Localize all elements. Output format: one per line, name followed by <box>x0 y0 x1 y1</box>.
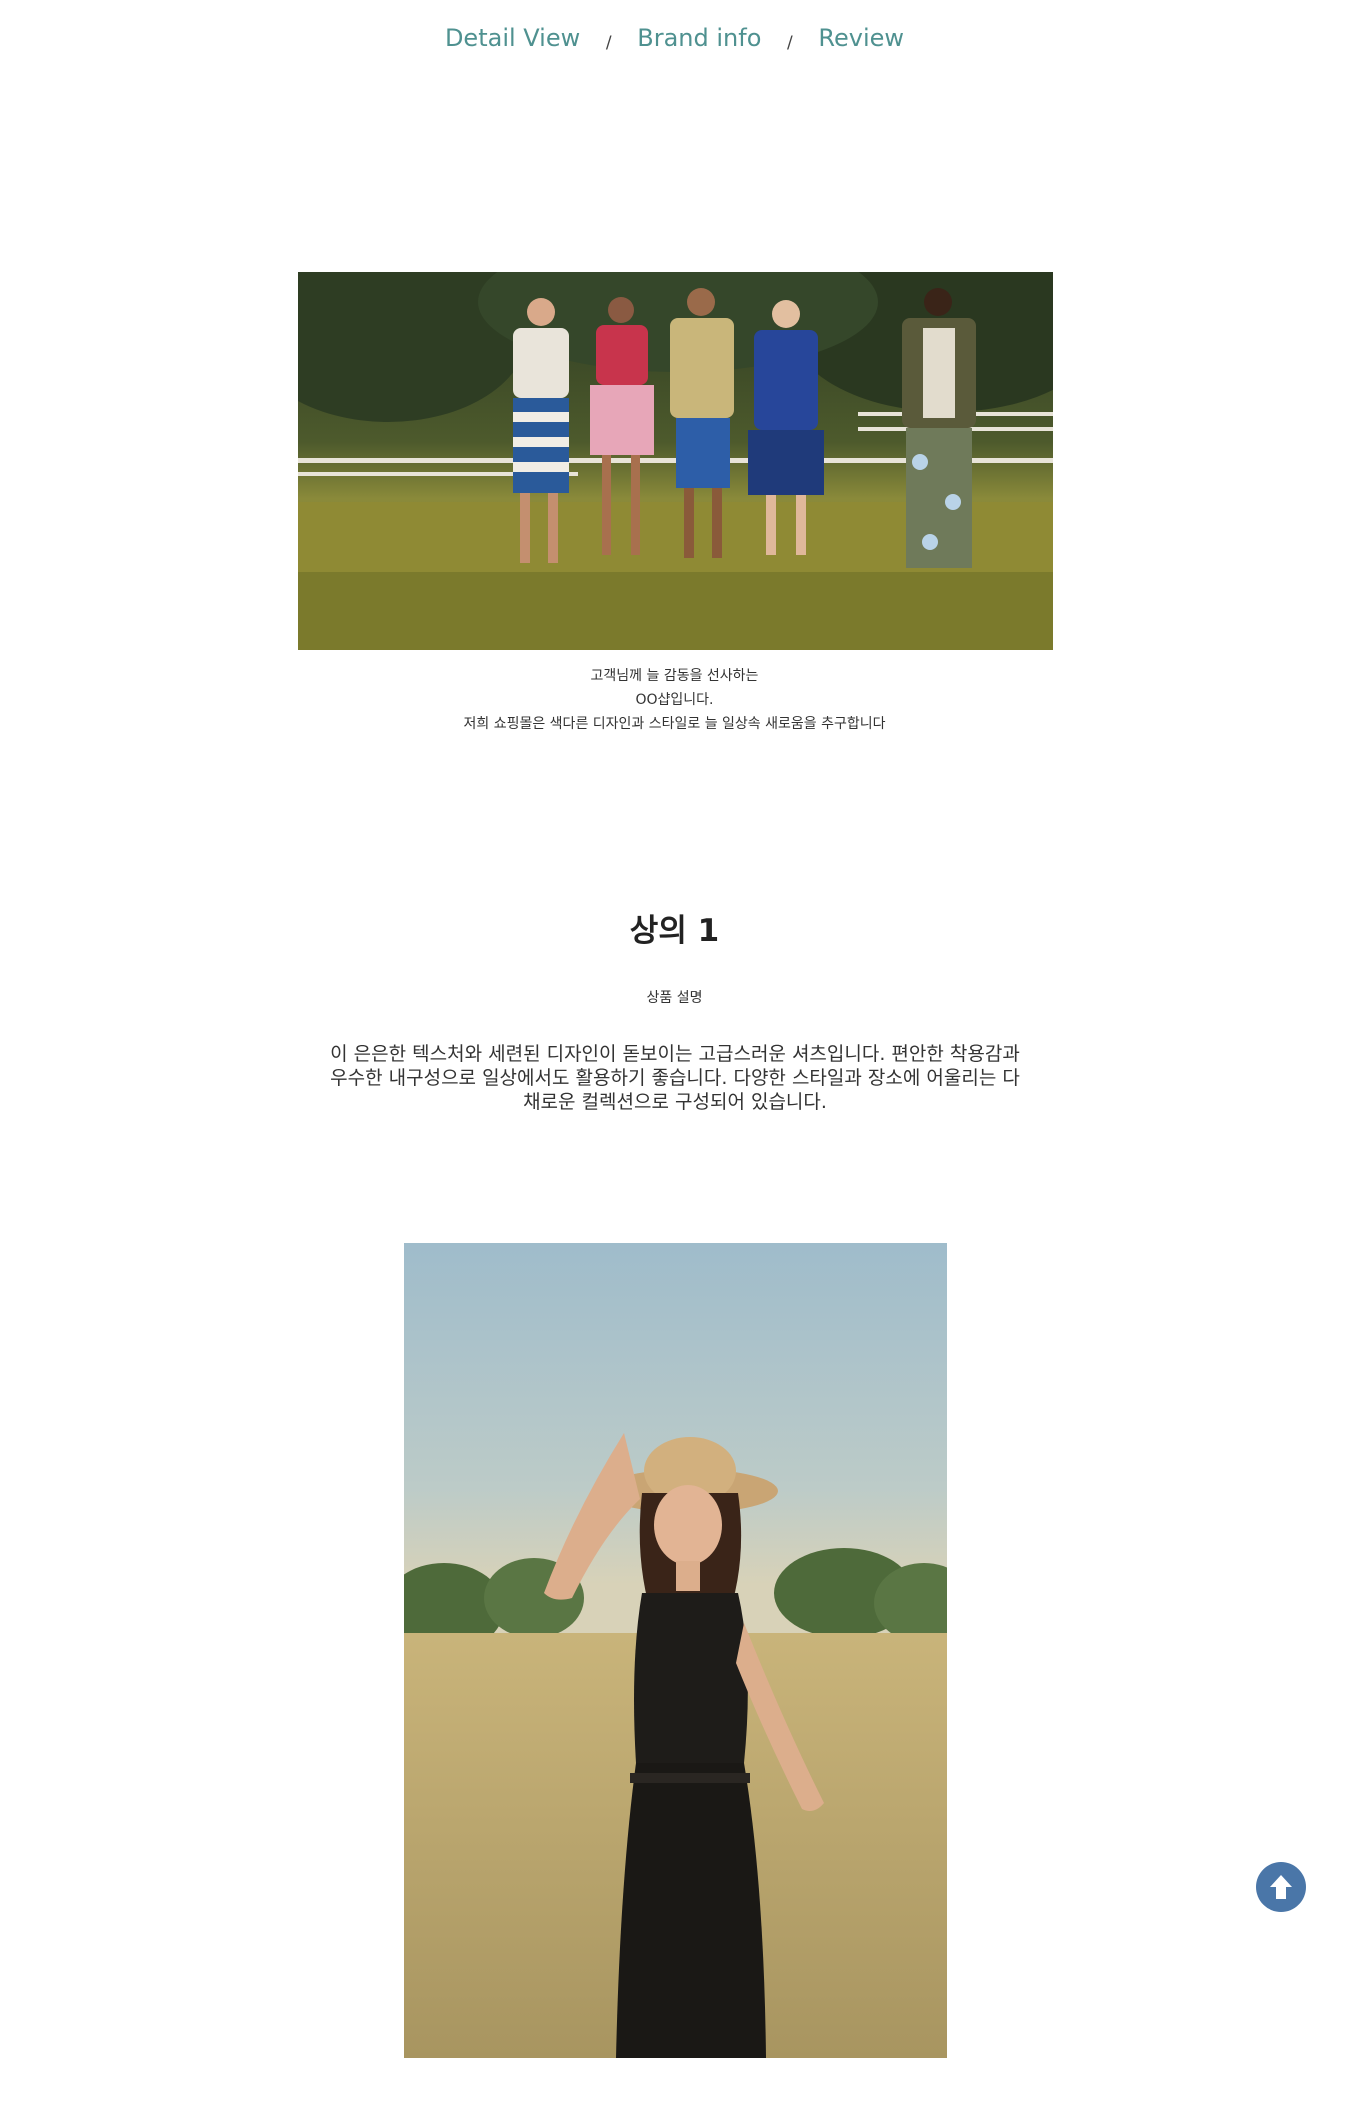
arrow-up-icon <box>1270 1875 1292 1899</box>
nav-separator: / <box>605 33 612 53</box>
brand-hero-image <box>298 272 1053 650</box>
intro-line: OO샵입니다. <box>635 692 714 708</box>
tab-detail-view[interactable]: Detail View <box>445 24 580 52</box>
product-description: 이 은은한 텍스처와 세련된 디자인이 돋보이는 고급스러운 셔츠입니다. 편안… <box>330 1043 1020 1113</box>
brand-intro: 고객님께 늘 감동을 선사하는 OO샵입니다. 저희 쇼핑몰은 색다른 디자인과… <box>0 664 1349 736</box>
tab-review[interactable]: Review <box>818 24 904 52</box>
product-subtitle: 상품 설명 <box>646 990 703 1006</box>
scroll-top-button[interactable] <box>1256 1862 1306 1912</box>
product-photo <box>404 1243 947 2058</box>
intro-line: 고객님께 늘 감동을 선사하는 <box>590 668 759 684</box>
nav-separator: / <box>787 33 793 53</box>
intro-line: 저희 쇼핑몰은 색다른 디자인과 스타일로 늘 일상속 새로움을 추구합니다 <box>463 716 886 732</box>
tab-brand-info[interactable]: Brand info <box>637 24 761 52</box>
detail-nav: Detail View / Brand info / Review <box>0 24 1349 53</box>
product-title: 상의 1 <box>629 913 720 949</box>
